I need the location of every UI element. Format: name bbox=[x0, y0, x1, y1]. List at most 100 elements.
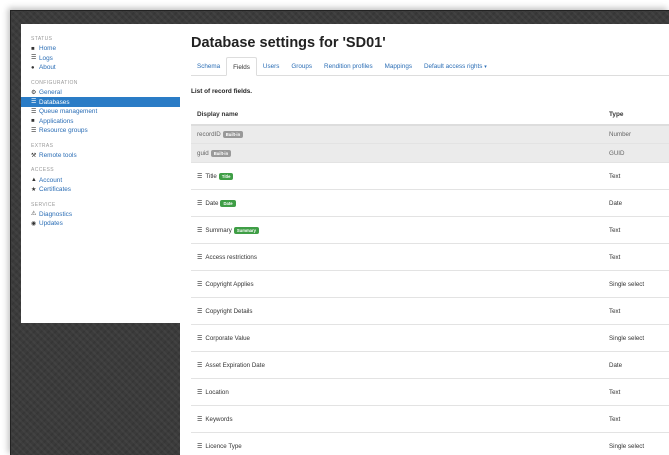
drag-handle-icon[interactable]: ☰ bbox=[197, 227, 202, 234]
field-name-cell: ☰ Licence Type bbox=[191, 443, 605, 450]
field-name: recordID bbox=[197, 131, 221, 138]
field-badge: Title bbox=[218, 172, 234, 180]
sidebar-heading: Access bbox=[31, 167, 54, 174]
database-icon: ☰ bbox=[31, 99, 37, 106]
tab-fields[interactable]: Fields bbox=[226, 57, 257, 76]
sidebar-item-about[interactable]: ● About bbox=[21, 63, 180, 73]
sidebar-item-logs[interactable]: ☰ Logs bbox=[21, 54, 180, 64]
table-row[interactable]: ☰ Asset Expiration Date Date bbox=[191, 352, 669, 379]
sidebar-section: Extras ⚒ Remote tools bbox=[21, 141, 180, 161]
sidebar-item-databases[interactable]: ☰ Databases bbox=[21, 97, 180, 107]
sidebar-item-label: Home bbox=[39, 45, 57, 53]
sidebar-item-queue-management[interactable]: ☰ Queue management bbox=[21, 107, 180, 117]
field-name: Access restrictions bbox=[205, 253, 257, 261]
tab-label: Schema bbox=[197, 63, 221, 70]
sidebar-item-label: Remote tools bbox=[39, 152, 77, 160]
drag-handle-icon[interactable]: ☰ bbox=[197, 443, 202, 450]
list-caption: List of record fields. bbox=[191, 88, 253, 95]
field-name-cell: ☰ Date Date bbox=[191, 199, 605, 207]
field-name-cell: ☰ Keywords bbox=[191, 416, 605, 423]
sidebar-section: Access ▲ Account ★ Certificates bbox=[21, 165, 180, 194]
gear-icon: ⚙ bbox=[31, 89, 37, 96]
drag-handle-icon[interactable]: ☰ bbox=[197, 281, 202, 288]
tab-label: Groups bbox=[291, 63, 313, 70]
sidebar-item-label: Resource groups bbox=[39, 127, 88, 135]
warning-icon: ⚠ bbox=[31, 211, 37, 218]
sidebar-heading: Extras bbox=[31, 142, 54, 149]
field-name-cell: ☰ Access restrictions bbox=[191, 254, 605, 261]
logs-icon: ☰ bbox=[31, 55, 37, 62]
column-header-display-name: Display name bbox=[197, 110, 239, 118]
tab-label: Rendition profiles bbox=[324, 63, 373, 70]
sidebar-item-label: Updates bbox=[39, 220, 63, 228]
chevron-down-icon: ▾ bbox=[484, 64, 487, 70]
certificate-icon: ★ bbox=[31, 186, 37, 193]
sidebar-item-resource-groups[interactable]: ☰ Resource groups bbox=[21, 126, 180, 136]
tab-groups[interactable]: Groups bbox=[285, 57, 318, 76]
sidebar-item-applications[interactable]: ■ Applications bbox=[21, 117, 180, 127]
sidebar-item-diagnostics[interactable]: ⚠ Diagnostics bbox=[21, 210, 180, 220]
table-row[interactable]: ☰ Access restrictions Text bbox=[191, 244, 669, 271]
drag-handle-icon[interactable]: ☰ bbox=[197, 389, 202, 396]
table-row[interactable]: ☰ Licence Type Single select bbox=[191, 433, 669, 455]
sidebar-heading: Status bbox=[31, 36, 53, 42]
sidebar-item-label: Queue management bbox=[39, 108, 98, 116]
sidebar-item-remote-tools[interactable]: ⚒ Remote tools bbox=[21, 151, 180, 161]
table-row[interactable]: guid Built-in GUID bbox=[191, 144, 669, 163]
field-name: Copyright Details bbox=[205, 307, 253, 315]
field-name-cell: ☰ Corporate Value bbox=[191, 335, 605, 342]
tab-label: Fields bbox=[233, 64, 250, 71]
sidebar-item-updates[interactable]: ◉ Updates bbox=[21, 219, 180, 229]
drag-handle-icon[interactable]: ☰ bbox=[197, 335, 202, 342]
table-row[interactable]: ☰ Title Title Text bbox=[191, 163, 669, 190]
tab-default-access-rights[interactable]: Default access rights ▾ bbox=[418, 57, 493, 76]
tab-schema[interactable]: Schema bbox=[191, 57, 226, 76]
sidebar-item-label: Diagnostics bbox=[39, 210, 73, 218]
drag-handle-icon[interactable]: ☰ bbox=[197, 200, 202, 207]
drag-handle-icon[interactable]: ☰ bbox=[197, 308, 202, 315]
sidebar-item-general[interactable]: ⚙ General bbox=[21, 88, 180, 98]
table-row[interactable]: ☰ Date Date Date bbox=[191, 190, 669, 217]
table-row[interactable]: recordID Built-in Number bbox=[191, 126, 669, 144]
sidebar-section: Configuration ⚙ General ☰ Databases ☰ Queue ma… bbox=[21, 78, 180, 136]
table-row[interactable]: ☰ Corporate Value Single select bbox=[191, 325, 669, 352]
field-type-cell: Single select bbox=[609, 334, 645, 342]
info-icon: ● bbox=[31, 64, 35, 71]
field-badge: Built-in bbox=[222, 131, 244, 138]
fields-table: Display name Type recordID Built-in Number… bbox=[191, 104, 669, 455]
field-name: Asset Expiration Date bbox=[205, 361, 265, 369]
tab-mappings[interactable]: Mappings bbox=[379, 57, 418, 76]
field-name: Summary bbox=[205, 226, 232, 234]
table-row[interactable]: ☰ Copyright Details Text bbox=[191, 298, 669, 325]
sidebar-item-label: About bbox=[39, 64, 56, 72]
field-type-cell: Date bbox=[609, 361, 623, 369]
table-body: recordID Built-in Number guid Built-in GUID ☰ T… bbox=[191, 126, 669, 455]
table-row[interactable]: ☰ Location Text bbox=[191, 379, 669, 406]
field-name: Title bbox=[205, 172, 217, 180]
sidebar-item-home[interactable]: ■ Home bbox=[21, 44, 180, 54]
tab-rendition-profiles[interactable]: Rendition profiles bbox=[318, 57, 379, 76]
drag-handle-icon[interactable]: ☰ bbox=[197, 416, 202, 423]
field-name-cell: ☰ Copyright Applies bbox=[191, 281, 605, 288]
tab-users[interactable]: Users bbox=[257, 57, 285, 76]
drag-handle-icon[interactable]: ☰ bbox=[197, 173, 202, 180]
applications-icon: ■ bbox=[31, 118, 35, 125]
field-type-cell: Text bbox=[609, 388, 621, 396]
sidebar-item-label: Applications bbox=[39, 117, 74, 125]
field-badge: Date bbox=[220, 199, 236, 207]
tab-bar: Schema Fields Users Groups Rendition profile… bbox=[191, 56, 669, 76]
field-name-cell: ☰ Copyright Details bbox=[191, 308, 605, 315]
table-row[interactable]: ☰ Copyright Applies Single select bbox=[191, 271, 669, 298]
table-row[interactable]: ☰ Keywords Text bbox=[191, 406, 669, 433]
field-type-cell: Text bbox=[609, 253, 621, 261]
column-header-type: Type bbox=[609, 110, 624, 118]
field-name-cell: ☰ Location bbox=[191, 389, 605, 396]
field-name-cell: ☰ Summary Summary bbox=[191, 226, 605, 234]
drag-handle-icon[interactable]: ☰ bbox=[197, 254, 202, 261]
field-name: Location bbox=[205, 388, 229, 396]
field-type-cell: Number bbox=[609, 131, 632, 138]
sidebar-item-account[interactable]: ▲ Account bbox=[21, 175, 180, 185]
drag-handle-icon[interactable]: ☰ bbox=[197, 362, 202, 369]
table-row[interactable]: ☰ Summary Summary Text bbox=[191, 217, 669, 244]
sidebar-item-certificates[interactable]: ★ Certificates bbox=[21, 185, 180, 195]
